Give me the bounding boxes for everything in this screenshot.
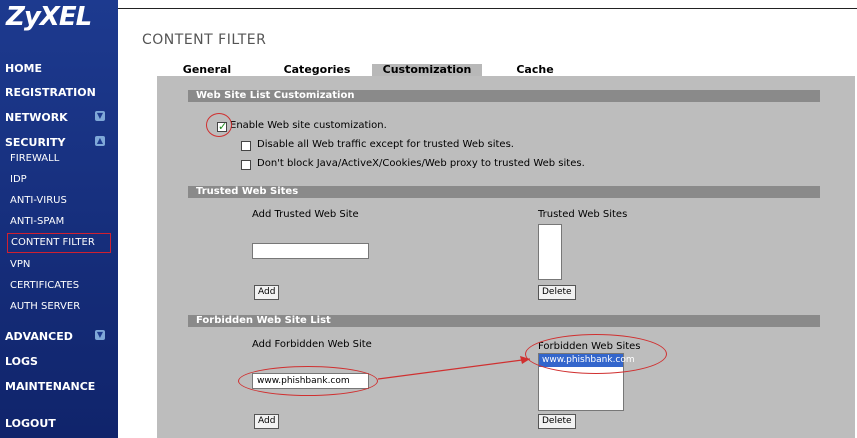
delete-forbidden-button[interactable]: Delete <box>538 414 576 429</box>
nav-firewall[interactable]: FIREWALL <box>10 152 110 166</box>
nav-network-label: NETWORK <box>5 111 68 124</box>
nav-maintenance[interactable]: MAINTENANCE <box>5 380 115 394</box>
tab-bar: General Categories Customization Cache <box>157 64 855 76</box>
tab-categories[interactable]: Categories <box>267 64 367 76</box>
nav-idp[interactable]: IDP <box>10 173 110 187</box>
nav-home[interactable]: HOME <box>5 62 115 76</box>
nav-advanced-label: ADVANCED <box>5 330 73 343</box>
chevron-down-icon[interactable]: ▼ <box>95 330 105 340</box>
nav-vpn[interactable]: VPN <box>10 258 110 272</box>
nav-logs[interactable]: LOGS <box>5 355 115 369</box>
tab-cache[interactable]: Cache <box>485 64 585 76</box>
nav-content-filter[interactable]: CONTENT FILTER <box>7 233 111 253</box>
top-divider <box>118 8 857 9</box>
tab-customization[interactable]: Customization <box>372 64 482 76</box>
sidebar: ZyXEL HOME REGISTRATION NETWORK ▼ SECURI… <box>0 0 118 438</box>
add-forbidden-button[interactable]: Add <box>254 414 280 429</box>
page-title: CONTENT FILTER <box>142 32 267 48</box>
nav-security[interactable]: SECURITY ▲ <box>5 136 115 150</box>
nav-anti-virus[interactable]: ANTI-VIRUS <box>10 194 110 208</box>
nav-logout[interactable]: LOGOUT <box>5 417 115 431</box>
annotation-arrow <box>377 356 531 380</box>
nav-registration[interactable]: REGISTRATION <box>5 86 115 100</box>
nav-advanced[interactable]: ADVANCED ▼ <box>5 330 115 344</box>
zyxel-logo: ZyXEL <box>6 2 92 32</box>
customization-panel: Web Site List Customization Enable Web s… <box>157 76 855 438</box>
nav-certificates[interactable]: CERTIFICATES <box>10 279 110 293</box>
chevron-up-icon[interactable]: ▲ <box>95 136 105 146</box>
nav-anti-spam[interactable]: ANTI-SPAM <box>10 215 110 229</box>
chevron-down-icon[interactable]: ▼ <box>95 111 105 121</box>
nav-network[interactable]: NETWORK ▼ <box>5 111 115 125</box>
nav-auth-server[interactable]: AUTH SERVER <box>10 300 110 314</box>
tab-general[interactable]: General <box>157 64 257 76</box>
nav-security-label: SECURITY <box>5 136 66 149</box>
